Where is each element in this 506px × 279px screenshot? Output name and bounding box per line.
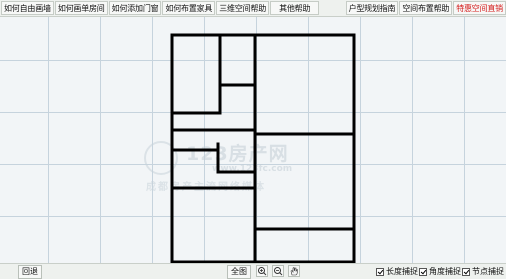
floorplan-guide-button[interactable]: 户型规划指南 <box>345 1 399 15</box>
help-furniture-button[interactable]: 如何布置家具 <box>162 1 216 15</box>
help-doors-windows-button[interactable]: 如何添加门窗 <box>108 1 162 15</box>
help-toolbar: 如何自由画墙 如何画单房间 如何添加门窗 如何布置家具 三维空间帮助 其他帮助 … <box>0 0 506 17</box>
help-single-room-button[interactable]: 如何画单房间 <box>54 1 108 15</box>
special-offer-button[interactable]: 特惠空间直销 <box>453 1 506 15</box>
checkbox-checked-icon[interactable] <box>376 267 384 276</box>
floor-plan <box>170 33 356 263</box>
help-free-wall-button[interactable]: 如何自由画墙 <box>1 1 54 15</box>
checkbox-checked-icon[interactable] <box>462 267 470 276</box>
length-snap-checkbox[interactable]: 长度捕捉 <box>376 266 418 277</box>
node-snap-checkbox[interactable]: 节点捕捉 <box>462 266 504 277</box>
help-3d-space-button[interactable]: 三维空间帮助 <box>216 1 270 15</box>
undo-button[interactable]: 回退 <box>18 265 42 279</box>
drawing-canvas[interactable]: 123房产网 www.123fc.com 成都房产主流网络媒体 <box>0 17 506 263</box>
node-snap-label: 节点捕捉 <box>472 267 504 276</box>
pan-hand-icon[interactable] <box>288 265 300 277</box>
checkbox-checked-icon[interactable] <box>419 267 427 276</box>
help-other-button[interactable]: 其他帮助 <box>270 1 320 15</box>
length-snap-label: 长度捕捉 <box>386 267 418 276</box>
angle-snap-label: 角度捕捉 <box>429 267 461 276</box>
status-toolbar: 回退 全图 长度捕捉 角度捕捉 节点捕捉 <box>0 263 506 279</box>
zoom-out-icon[interactable] <box>272 265 284 277</box>
fit-all-button[interactable]: 全图 <box>227 265 251 279</box>
angle-snap-checkbox[interactable]: 角度捕捉 <box>419 266 461 277</box>
zoom-in-icon[interactable] <box>256 265 268 277</box>
space-layout-help-button[interactable]: 空间布置帮助 <box>399 1 453 15</box>
